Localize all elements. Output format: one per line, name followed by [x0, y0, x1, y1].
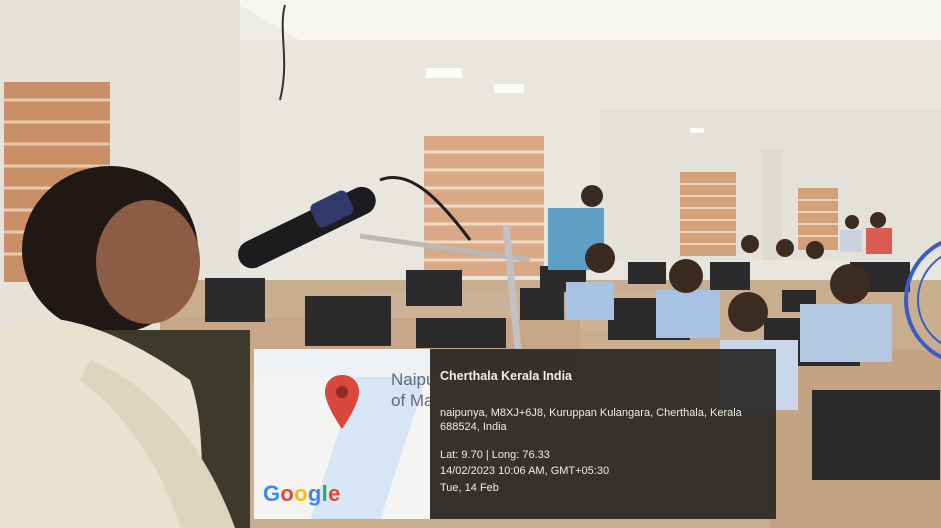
lat-long-text: Lat: 9.70 | Long: 76.33: [440, 449, 550, 461]
location-title: Cherthala Kerala India: [440, 369, 572, 383]
map-place-label: Naipun of Man: [391, 370, 430, 410]
map-pin-icon: [325, 375, 359, 429]
address-text: naipunya, M8XJ+6J8, Kuruppan Kulangara, …: [440, 407, 742, 433]
map-thumbnail: Naipun of Man Google: [254, 349, 430, 519]
day-text: Tue, 14 Feb: [440, 482, 499, 494]
geotag-info-panel: Cherthala Kerala India naipunya, M8XJ+6J…: [430, 349, 776, 519]
datetime-text: 14/02/2023 10:06 AM, GMT+05:30: [440, 465, 610, 477]
google-logo: Google: [263, 481, 341, 506]
